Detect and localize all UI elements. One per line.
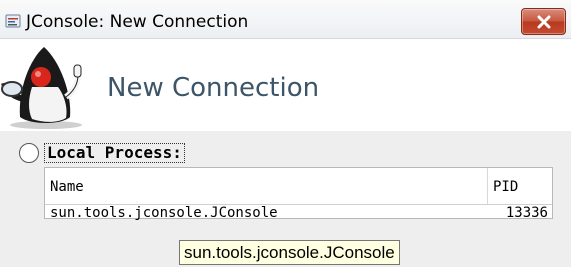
duke-mascot-icon <box>0 39 96 131</box>
close-icon <box>536 15 552 29</box>
process-pid-cell: 13336 <box>505 205 548 221</box>
local-process-radio[interactable] <box>19 143 39 163</box>
process-name-tooltip: sun.tools.jconsole.JConsole <box>179 240 400 265</box>
table-row[interactable]: sun.tools.jconsole.JConsole 13336 <box>45 204 552 221</box>
close-button[interactable] <box>521 8 566 35</box>
header-banner: New Connection <box>0 39 571 131</box>
title-bar[interactable]: JConsole: New Connection <box>0 0 571 39</box>
process-table[interactable]: Name PID sun.tools.jconsole.JConsole 133… <box>44 167 553 221</box>
local-process-label[interactable]: Local Process: <box>44 143 185 163</box>
column-header-name[interactable]: Name <box>45 168 488 204</box>
window-title: JConsole: New Connection <box>26 12 249 32</box>
banner-title: New Connection <box>107 73 320 103</box>
jconsole-app-icon <box>5 13 21 29</box>
process-name-cell: sun.tools.jconsole.JConsole <box>50 205 278 221</box>
column-header-pid[interactable]: PID <box>489 168 552 204</box>
